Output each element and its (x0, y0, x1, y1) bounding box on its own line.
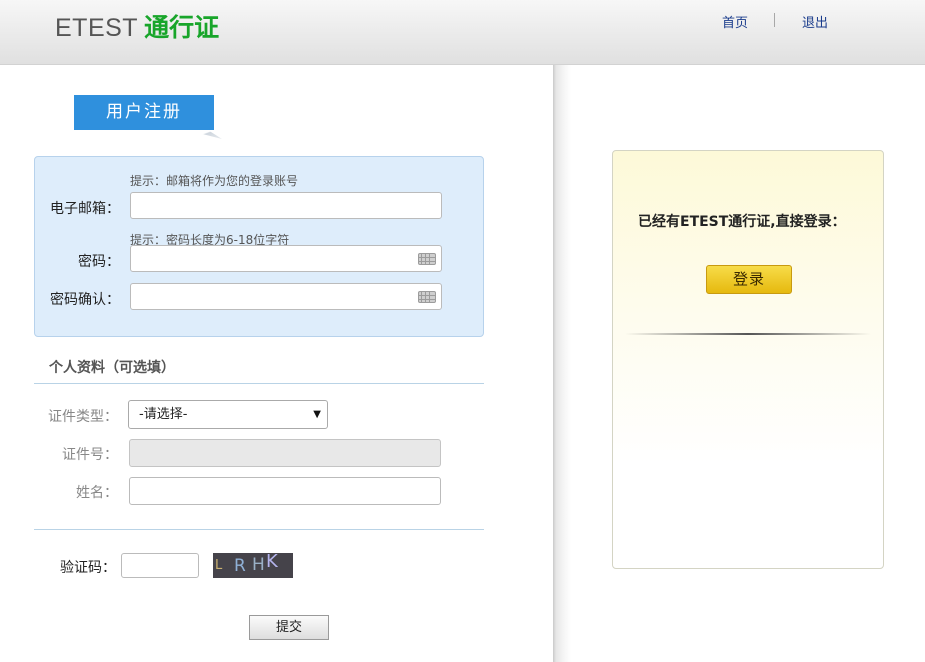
id-type-select[interactable]: -请选择- ▼ (128, 400, 328, 429)
id-type-selected-value: -请选择- (139, 407, 188, 422)
chevron-down-icon: ▼ (313, 409, 321, 420)
submit-button[interactable]: 提交 (249, 615, 329, 640)
section-divider (34, 383, 484, 384)
keyboard-icon[interactable] (418, 253, 436, 265)
captcha-char: L (215, 558, 223, 573)
email-label: 电子邮箱： (50, 201, 120, 217)
account-fields-box: 提示：邮箱将作为您的登录账号 电子邮箱： 提示：密码长度为6-18位字符 密码：… (34, 156, 484, 337)
section-divider (34, 529, 484, 530)
id-number-field[interactable] (129, 439, 441, 467)
name-label: 姓名： (76, 485, 118, 501)
name-field[interactable] (129, 477, 441, 505)
header-bar: ETEST 通行证 首页 退出 (0, 0, 925, 65)
login-panel: 已经有ETEST通行证,直接登录： 登录 (571, 65, 925, 662)
logo-text-en: ETEST (55, 14, 139, 42)
profile-section-title: 个人资料（可选填） (49, 360, 175, 376)
email-hint: 提示：邮箱将作为您的登录账号 (130, 174, 299, 188)
login-divider (625, 333, 871, 335)
captcha-char: K (266, 553, 278, 572)
captcha-label: 验证码： (60, 560, 116, 576)
site-logo[interactable]: ETEST 通行证 (55, 8, 219, 44)
nav-logout-link[interactable]: 退出 (802, 12, 828, 31)
id-number-label: 证件号： (62, 447, 118, 463)
captcha-image[interactable]: L R H K (213, 553, 293, 578)
email-field[interactable] (130, 192, 442, 219)
confirm-password-field[interactable] (130, 283, 442, 310)
password-field[interactable] (130, 245, 442, 272)
confirm-password-label: 密码确认： (50, 292, 120, 308)
password-label: 密码： (78, 254, 120, 270)
nav-home-link[interactable]: 首页 (722, 12, 748, 31)
register-title: 用户注册 (74, 95, 214, 130)
panel-divider (553, 65, 571, 662)
logo-text-cn: 通行证 (144, 13, 220, 42)
login-prompt: 已经有ETEST通行证,直接登录： (638, 214, 846, 230)
login-box: 已经有ETEST通行证,直接登录： 登录 (612, 150, 884, 569)
captcha-char: R (234, 556, 246, 576)
register-panel: 用户注册 提示：邮箱将作为您的登录账号 电子邮箱： 提示：密码长度为6-18位字… (0, 65, 553, 662)
keyboard-icon[interactable] (418, 291, 436, 303)
login-button[interactable]: 登录 (706, 265, 792, 294)
captcha-input[interactable] (121, 553, 199, 578)
captcha-char: H (252, 555, 265, 575)
nav-separator (774, 13, 775, 27)
id-type-label: 证件类型： (48, 409, 118, 425)
